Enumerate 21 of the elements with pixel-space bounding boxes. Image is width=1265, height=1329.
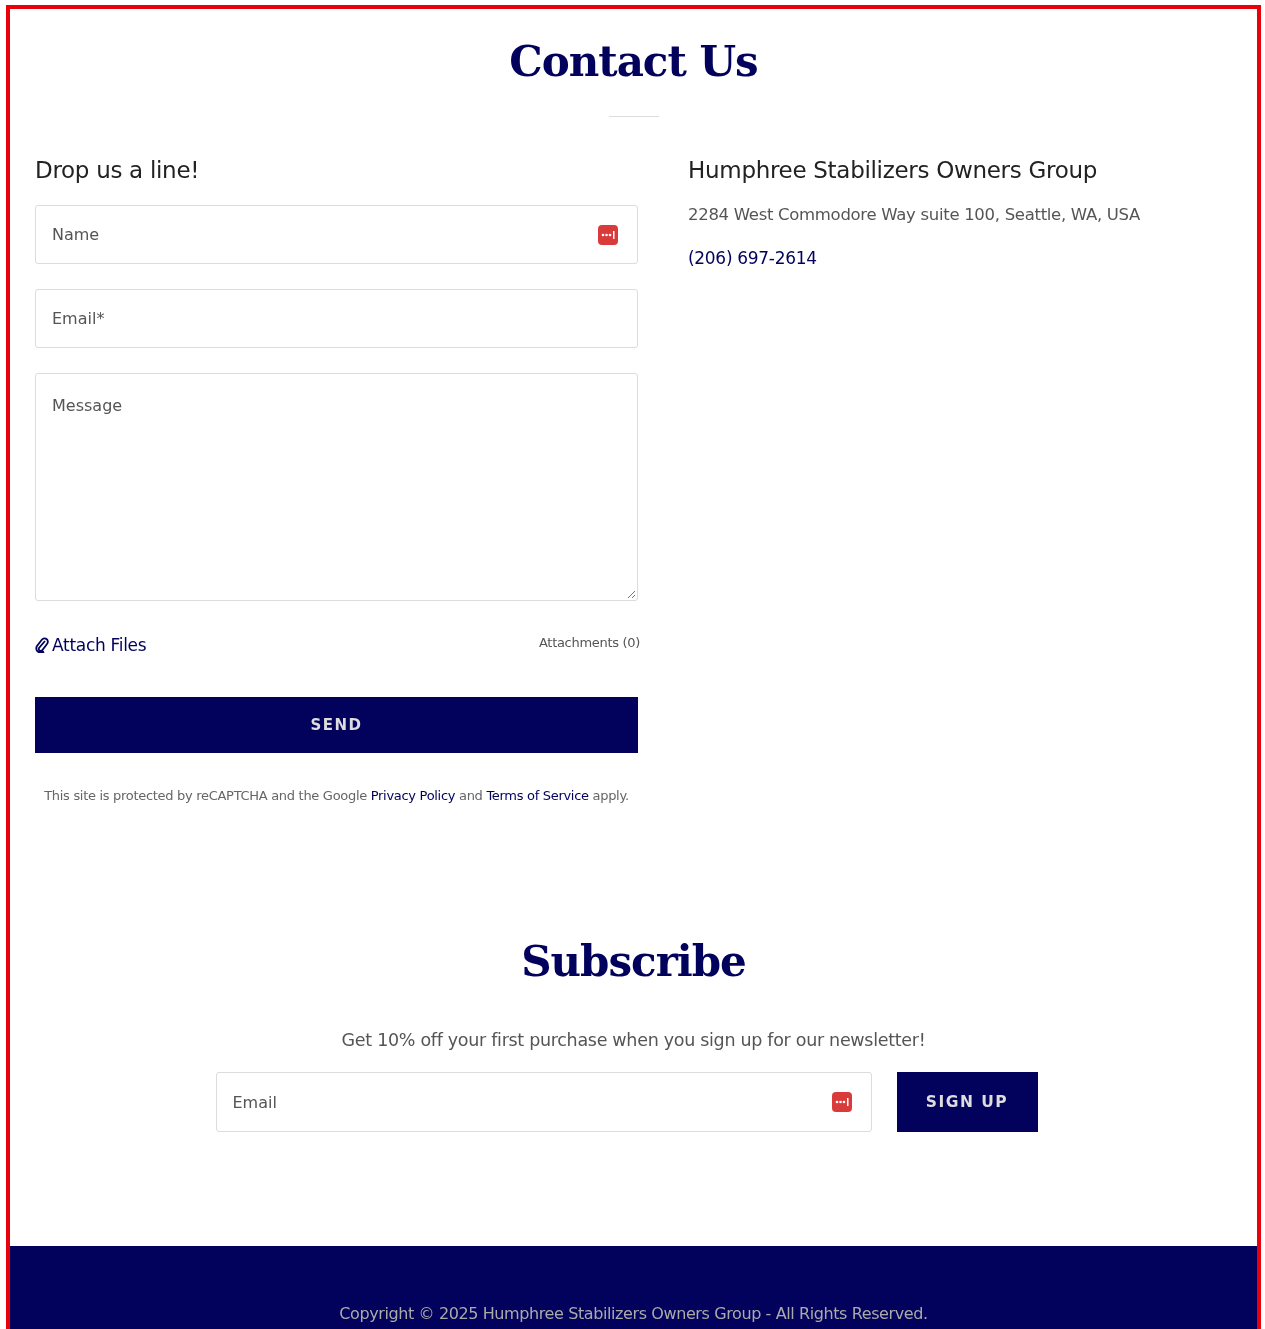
policy-link[interactable]: Privacy Policy — [370, 788, 456, 803]
input-field[interactable]: Name — [35, 205, 638, 264]
attach-files-link[interactable]: Attach Files — [35, 635, 147, 655]
paperclip-icon — [35, 637, 49, 653]
send-button[interactable]: SEND — [35, 697, 638, 753]
subscribe-title: Subscribe — [520, 937, 747, 986]
recaptcha-notice: This site is protected by reCAPTCHA and the Google Privacy Policy and Terms of Service apply. — [43, 787, 630, 805]
company-name: Humphree Stabilizers Owners Group — [688, 157, 1098, 183]
resize-handle-icon[interactable] — [626, 589, 636, 599]
subscribe-text: Get 10% off your first purchase when you sign up for our newsletter! — [340, 1030, 927, 1050]
address-text: 2284 West Commodore Way suite 100, Seattle, WA, USA — [688, 205, 1142, 224]
page-title: Contact Us — [508, 37, 759, 86]
policy-link[interactable]: Terms of Service — [486, 788, 589, 803]
input-field[interactable]: Email — [215, 1072, 872, 1132]
form-heading: Drop us a line! — [35, 157, 201, 183]
phone-link[interactable]: (206) 697-2614 — [688, 248, 817, 268]
attachments-count: Attachments (0) — [538, 635, 640, 650]
input-field[interactable]: Email* — [35, 289, 638, 348]
copyright-text: Copyright © 2025 Humphree Stabilizers Owners Group - All Rights Reserved. — [339, 1304, 928, 1323]
sign-up-button[interactable]: SIGN UP — [896, 1072, 1038, 1132]
message-field[interactable]: Message — [35, 373, 638, 601]
